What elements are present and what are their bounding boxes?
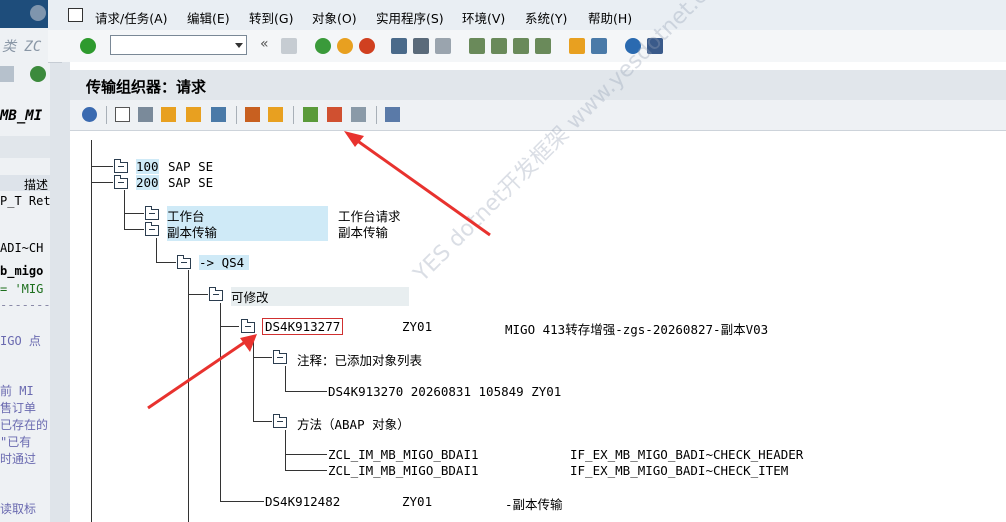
arrow-to-request (147, 338, 249, 410)
arrow-to-transport-icon (351, 135, 491, 237)
annotation-arrows (147, 131, 491, 410)
